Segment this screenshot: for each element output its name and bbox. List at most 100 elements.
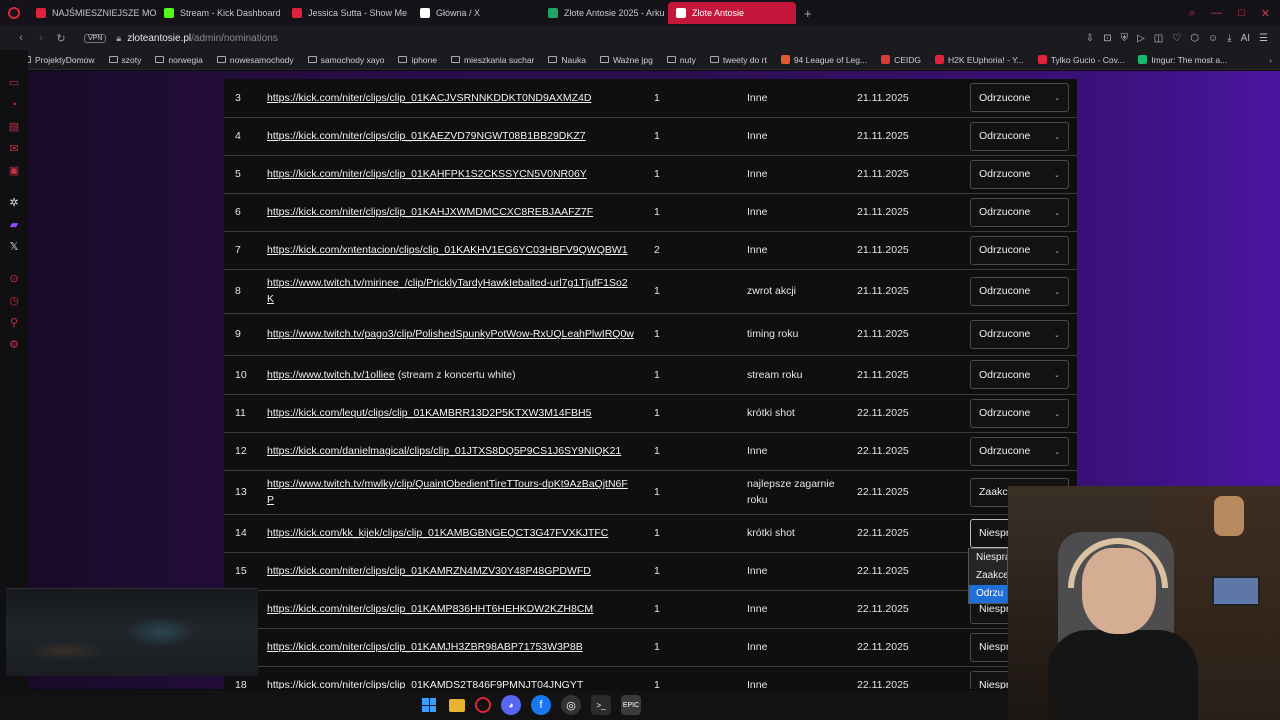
clip-link[interactable]: https://www.twitch.tv/mirinee_/clip/Pric…	[267, 277, 628, 305]
back-icon[interactable]: ‹	[12, 32, 30, 44]
history-icon[interactable]: ◔	[7, 98, 21, 112]
tab-2[interactable]: Jessica Sutta - Show Me	[284, 2, 412, 24]
facebook-icon[interactable]: f	[531, 695, 551, 715]
forward-icon[interactable]: ›	[32, 32, 50, 44]
status-select[interactable]: Odrzucone ⌄	[970, 319, 1069, 349]
menu-icon[interactable]: ☰	[1259, 33, 1268, 44]
heart-icon[interactable]: ♡	[1172, 33, 1181, 44]
status-select[interactable]: Odrzucone ⌄	[970, 197, 1069, 227]
status-select[interactable]: Odrzucone ⌄	[970, 121, 1069, 151]
tab-1[interactable]: Stream - Kick Dashboard	[156, 2, 284, 24]
settings-icon[interactable]: ⚙	[7, 338, 21, 352]
epic-games-icon[interactable]: EPIC	[621, 695, 641, 715]
bookmark-item[interactable]: CEIDG	[881, 55, 921, 65]
bookmark-item[interactable]: 94 League of Leg...	[780, 55, 867, 65]
clock-icon[interactable]: ◷	[7, 294, 21, 308]
bookmark-item[interactable]: Imgur: The most a...	[1138, 55, 1227, 65]
opera-logo-icon[interactable]	[0, 0, 28, 26]
extensions-icon[interactable]: ⬡	[1190, 33, 1199, 44]
tab-4[interactable]: Złote Antosie 2025 - Arku	[540, 2, 668, 24]
chevron-down-icon: ⌄	[1054, 448, 1060, 456]
x-icon[interactable]: 𝕏	[7, 240, 21, 254]
dropdown-option[interactable]: Odrzu	[969, 585, 1007, 603]
bookmark-item[interactable]: Nauka	[548, 55, 586, 65]
wallet-icon[interactable]: ▤	[7, 120, 21, 134]
status-select[interactable]: Odrzucone ⌄	[970, 360, 1069, 389]
date: 21.11.2025	[857, 79, 970, 118]
maximize-icon[interactable]: □	[1238, 7, 1245, 20]
tab-0[interactable]: NAJŚMIESZNIEJSZE MOM	[28, 2, 156, 24]
profile-icon[interactable]: ☺	[1208, 33, 1218, 44]
clip-link[interactable]: https://www.twitch.tv/mwlky/clip/QuaintO…	[267, 478, 628, 506]
youtube-icon[interactable]: ▭	[7, 76, 21, 90]
status-select[interactable]: Odrzucone ⌄	[970, 398, 1069, 428]
lock-icon[interactable]: 🔒︎	[116, 33, 121, 44]
status-select[interactable]: Odrzucone ⌄	[970, 235, 1069, 265]
bookmark-item[interactable]: nowesamochody	[216, 55, 294, 65]
windows-start-icon[interactable]	[419, 695, 439, 715]
extensions-sidebar-icon[interactable]: ⚲	[7, 316, 21, 330]
clip-link[interactable]: https://kick.com/niter/clips/clip_01KAHF…	[267, 168, 587, 180]
shield-icon[interactable]: ⛨	[1121, 33, 1129, 44]
search-icon[interactable]: ⌕	[1189, 7, 1195, 20]
status-select[interactable]: Odrzucone ⌄	[970, 83, 1069, 113]
bookmark-item[interactable]: samochody xayo	[307, 55, 384, 65]
clip-link[interactable]: https://www.twitch.tv/pago3/clip/Polishe…	[267, 328, 634, 340]
bookmark-item[interactable]: szoty	[108, 55, 141, 65]
tab-favicon-icon	[548, 8, 558, 18]
clip-link[interactable]: https://kick.com/niter/clips/clip_01KAMD…	[267, 679, 583, 689]
aria-ai-icon[interactable]: AI	[1241, 33, 1250, 44]
bookmark-item[interactable]: mieszkania suchar	[451, 55, 534, 65]
clip-link[interactable]: https://kick.com/niter/clips/clip_01KAHJ…	[267, 206, 593, 218]
twitch-icon[interactable]: ▰	[7, 218, 21, 232]
clip-link[interactable]: https://kick.com/lequt/clips/clip_01KAMB…	[267, 407, 591, 419]
status-select[interactable]: Odrzucone ⌄	[970, 276, 1069, 306]
terminal-icon[interactable]: >_	[591, 695, 611, 715]
pin-icon[interactable]: ⇩	[1086, 33, 1094, 44]
clip-link[interactable]: https://kick.com/niter/clips/clip_01KAMJ…	[267, 641, 583, 653]
bookmark-item[interactable]: norwegia	[155, 55, 203, 65]
date: 22.11.2025	[857, 666, 970, 689]
bookmark-item[interactable]: tweety do rt	[709, 55, 767, 65]
bookmark-item[interactable]: nuty	[666, 55, 696, 65]
file-explorer-icon[interactable]	[449, 698, 465, 712]
bookmark-item[interactable]: ProjektyDomow	[22, 55, 95, 65]
reload-icon[interactable]: ↻	[52, 32, 70, 45]
bookmark-item[interactable]: H2K EUphoria! - Y...	[935, 55, 1024, 65]
minimize-icon[interactable]: —	[1211, 7, 1222, 20]
clip-link[interactable]: https://kick.com/niter/clips/clip_01KAMR…	[267, 565, 591, 577]
bookmark-item[interactable]: Tylko Gucio - Cov...	[1037, 55, 1124, 65]
clip-link[interactable]: https://kick.com/xntentacion/clips/clip_…	[267, 244, 628, 256]
camera-icon[interactable]: ◫	[1154, 33, 1163, 44]
play-icon[interactable]: ▷	[1137, 33, 1145, 44]
dropdown-option[interactable]: Zaakcep	[969, 567, 1007, 585]
url-field[interactable]: zloteantosie.pl/admin/nominations	[127, 33, 278, 44]
vpn-badge[interactable]: VPN	[84, 33, 107, 43]
bookmarks-more-icon[interactable]: ›	[1269, 55, 1280, 65]
status-select[interactable]: Odrzucone ⌄	[970, 159, 1069, 189]
close-icon[interactable]: ✕	[1261, 7, 1270, 20]
messenger-icon[interactable]: ✉	[7, 142, 21, 156]
opera-taskbar-icon[interactable]	[475, 697, 491, 713]
bookmark-item[interactable]: Ważne jpg	[599, 55, 653, 65]
clip-link[interactable]: https://kick.com/niter/clips/clip_01KAEZ…	[267, 130, 586, 142]
clip-link[interactable]: https://kick.com/niter/clips/clip_01KACJ…	[267, 92, 591, 104]
dropdown-option[interactable]: Niespra	[969, 549, 1007, 567]
clip-link[interactable]: https://kick.com/danielmagical/clips/cli…	[267, 445, 621, 457]
tab-3[interactable]: Główna / X	[412, 2, 540, 24]
status-select[interactable]: Odrzucone ⌄	[970, 436, 1069, 466]
youtube-music-icon[interactable]: ▣	[7, 164, 21, 178]
chatgpt-icon[interactable]: ✲	[7, 196, 21, 210]
clip-link[interactable]: https://www.twitch.tv/1olliee	[267, 369, 395, 381]
screenshot-icon[interactable]: ⊡	[1103, 33, 1111, 44]
bookmark-item[interactable]: iphone	[398, 55, 437, 65]
tab-5[interactable]: Złote Antosie	[668, 2, 796, 24]
url-path: /admin/nominations	[191, 32, 278, 44]
steam-icon[interactable]: ◎	[561, 695, 581, 715]
speed-dial-icon[interactable]: ⊙	[7, 272, 21, 286]
clip-link[interactable]: https://kick.com/kk_kijek/clips/clip_01K…	[267, 527, 608, 539]
discord-icon[interactable]: ◕	[501, 695, 521, 715]
clip-link[interactable]: https://kick.com/niter/clips/clip_01KAMP…	[267, 603, 593, 615]
new-tab-icon[interactable]: +	[796, 6, 820, 21]
download-icon[interactable]: ⤓	[1227, 33, 1231, 44]
